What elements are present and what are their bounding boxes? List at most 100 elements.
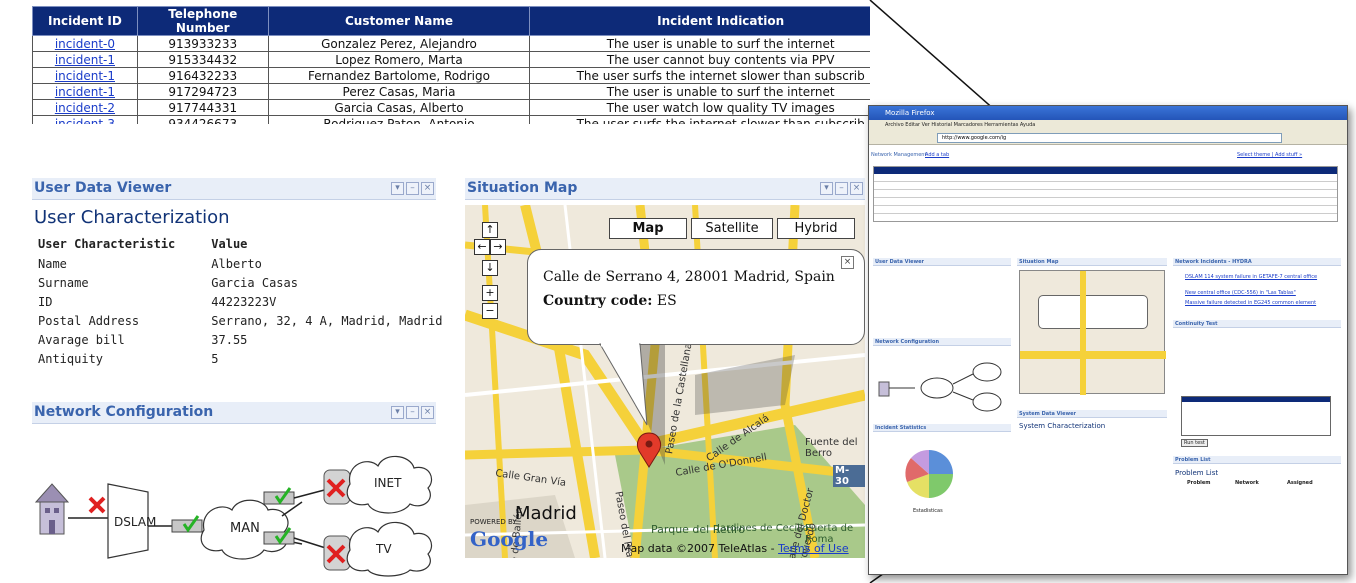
column-header-indication[interactable]: Incident Indication	[529, 6, 870, 36]
mini-system-heading: System Characterization	[1019, 422, 1106, 430]
portlet-controls: ▾ – ×	[391, 406, 434, 419]
incident-id-cell: incident-1	[32, 83, 138, 100]
table-row[interactable]: incident-3 934426673 Rodriguez Paton, Anto…	[32, 115, 870, 125]
map-type-hybrid-button[interactable]: Hybrid	[777, 218, 855, 239]
portlet-header: User Data Viewer ▾ – ×	[32, 178, 436, 200]
mini-panel-title: Problem List	[1175, 457, 1211, 463]
portlet-title: User Data Viewer	[34, 180, 172, 196]
mini-problem-col: Network	[1235, 480, 1259, 486]
man-label: MAN	[230, 521, 260, 536]
characteristic-row: Avarage bill 37.55	[38, 330, 478, 349]
bubble-close-icon[interactable]: ×	[841, 256, 854, 269]
characteristic-row: Name Alberto	[38, 254, 478, 273]
characteristic-row: Postal Address Serrano, 32, 4 A, Madrid, …	[38, 311, 478, 330]
table-row[interactable]: incident-1 915334432 Lopez Romero, Marta Th…	[32, 51, 870, 68]
close-icon[interactable]: ×	[421, 406, 434, 419]
characteristic-value: Alberto	[211, 256, 262, 271]
dslam-node[interactable]: DSLAM	[107, 483, 156, 559]
hydra-incident-link[interactable]: DSLAM 114 system failure in GETAFE-7 cen…	[1185, 274, 1317, 280]
incident-id-link[interactable]: incident-3	[55, 117, 115, 125]
incident-indication-cell: The user cannot buy contents via PPV	[529, 51, 870, 68]
router-icon[interactable]	[263, 487, 295, 505]
mini-pie-chart	[905, 449, 953, 498]
dropdown-icon[interactable]: ▾	[391, 182, 404, 195]
bubble-country-value: ES	[656, 293, 677, 309]
incident-id-link[interactable]: incident-1	[55, 53, 115, 67]
terms-of-use-link[interactable]: Terms of Use	[778, 542, 849, 555]
incident-id-cell: incident-2	[32, 99, 138, 116]
incident-id-link[interactable]: incident-2	[55, 101, 115, 115]
portlet-title: Network Configuration	[34, 404, 214, 420]
mini-panel-title: Network Incidents - HYDRA	[1175, 259, 1252, 265]
portlet-title: Situation Map	[467, 180, 578, 196]
tv-label: TV	[375, 542, 392, 556]
customer-name-cell: Rodriguez Paton, Antonio	[267, 115, 531, 124]
incident-id-cell: incident-1	[32, 67, 138, 84]
run-test-button[interactable]: Run test	[1181, 439, 1208, 447]
characteristic-value: Garcia Casas	[211, 275, 298, 290]
column-header-customer[interactable]: Customer Name	[267, 6, 531, 36]
table-row[interactable]: incident-1 916432233 Fernandez Bartolome, …	[32, 67, 870, 84]
map-type-map-button[interactable]: Map	[609, 218, 687, 239]
map-view[interactable]: Calle de Alcalá Calle de O'Donnell Calle…	[465, 205, 865, 558]
incident-id-link[interactable]: incident-1	[55, 69, 115, 83]
pan-right-icon[interactable]: →	[490, 239, 506, 255]
close-icon[interactable]: ×	[850, 182, 863, 195]
table-row[interactable]: incident-2 917744331 Garcia Casas, Alberto…	[32, 99, 870, 116]
characteristic-label: ID	[38, 294, 53, 309]
characteristic-label: Postal Address	[38, 313, 140, 328]
browser-screenshot-thumbnail: Mozilla Firefox Archivo Editar Ver Histo…	[868, 105, 1348, 575]
dslam-label: DSLAM	[114, 515, 156, 529]
zoom-in-icon[interactable]: +	[482, 285, 498, 301]
close-icon[interactable]: ×	[421, 182, 434, 195]
incident-indication-cell: The user watch low quality TV images	[529, 99, 870, 116]
zoom-out-icon[interactable]: −	[482, 303, 498, 319]
attribution-text: Map data ©2007 TeleAtlas -	[621, 542, 779, 555]
google-logo: Google	[470, 527, 549, 551]
map-type-satellite-button[interactable]: Satellite	[691, 218, 773, 239]
customer-name-cell: Fernandez Bartolome, Rodrigo	[267, 67, 531, 84]
table-header-row: Incident ID Telephone Number Customer Na…	[32, 6, 870, 36]
network-diagram: DSLAM MAN INET TV	[34, 455, 433, 577]
pan-down-icon[interactable]: ↓	[482, 260, 498, 276]
pan-left-icon[interactable]: ←	[474, 239, 490, 255]
url-bar[interactable]: http://www.google.com/ig	[937, 133, 1282, 143]
table-row[interactable]: incident-1 917294723 Perez Casas, Maria The…	[32, 83, 870, 100]
portlet-header: Network Configuration ▾ – ×	[32, 402, 436, 424]
situation-map-portlet: Situation Map ▾ – ×	[465, 178, 865, 204]
characteristic-label: Surname	[38, 275, 89, 290]
incident-id-link[interactable]: incident-1	[55, 85, 115, 99]
add-tab-link[interactable]: Add a tab	[925, 152, 949, 158]
router-icon[interactable]	[171, 515, 203, 533]
hydra-incident-link[interactable]: Massive failure detected in EG245 common…	[1185, 300, 1316, 306]
select-theme-link[interactable]: Select theme | Add stuff »	[1237, 152, 1302, 158]
user-characterization-heading: User Characterization	[34, 207, 230, 228]
man-cloud[interactable]: MAN	[200, 499, 289, 560]
dropdown-icon[interactable]: ▾	[820, 182, 833, 195]
table-row[interactable]: incident-0 913933233 Gonzalez Perez, Aleja…	[32, 35, 870, 52]
incident-table-panel: Incident ID Telephone Number Customer Na…	[32, 6, 870, 124]
hydra-incident-link[interactable]: New central office (CDC-556) in "Las Tab…	[1185, 290, 1296, 296]
inet-label: INET	[374, 476, 402, 490]
characteristic-row: Antiquity 5	[38, 349, 478, 368]
minimize-icon[interactable]: –	[406, 182, 419, 195]
pan-up-icon[interactable]: ↑	[482, 222, 498, 238]
column-header-incident-id[interactable]: Incident ID	[32, 6, 138, 36]
dropdown-icon[interactable]: ▾	[391, 406, 404, 419]
house-icon[interactable]	[34, 483, 70, 535]
incident-id-link[interactable]: incident-0	[55, 37, 115, 51]
street-label: Fuente del Berro	[805, 437, 858, 459]
bubble-country-label: Country code:	[543, 293, 653, 309]
minimize-icon[interactable]: –	[835, 182, 848, 195]
tab-label[interactable]: Network Management	[871, 152, 926, 158]
incident-table: Incident ID Telephone Number Customer Na…	[32, 6, 870, 124]
characteristic-value: Serrano, 32, 4 A, Madrid, Madrid	[211, 313, 443, 328]
telephone-cell: 913933233	[136, 35, 269, 52]
telephone-cell: 934426673	[136, 115, 269, 124]
mini-problem-heading: Problem List	[1175, 469, 1219, 477]
incident-id-cell: incident-3	[32, 115, 138, 125]
minimize-icon[interactable]: –	[406, 406, 419, 419]
column-header-telephone[interactable]: Telephone Number	[136, 6, 269, 36]
bubble-address: Calle de Serrano 4, 28001 Madrid, Spain	[543, 269, 835, 285]
mini-panel-title: Incident Statistics	[875, 425, 927, 431]
